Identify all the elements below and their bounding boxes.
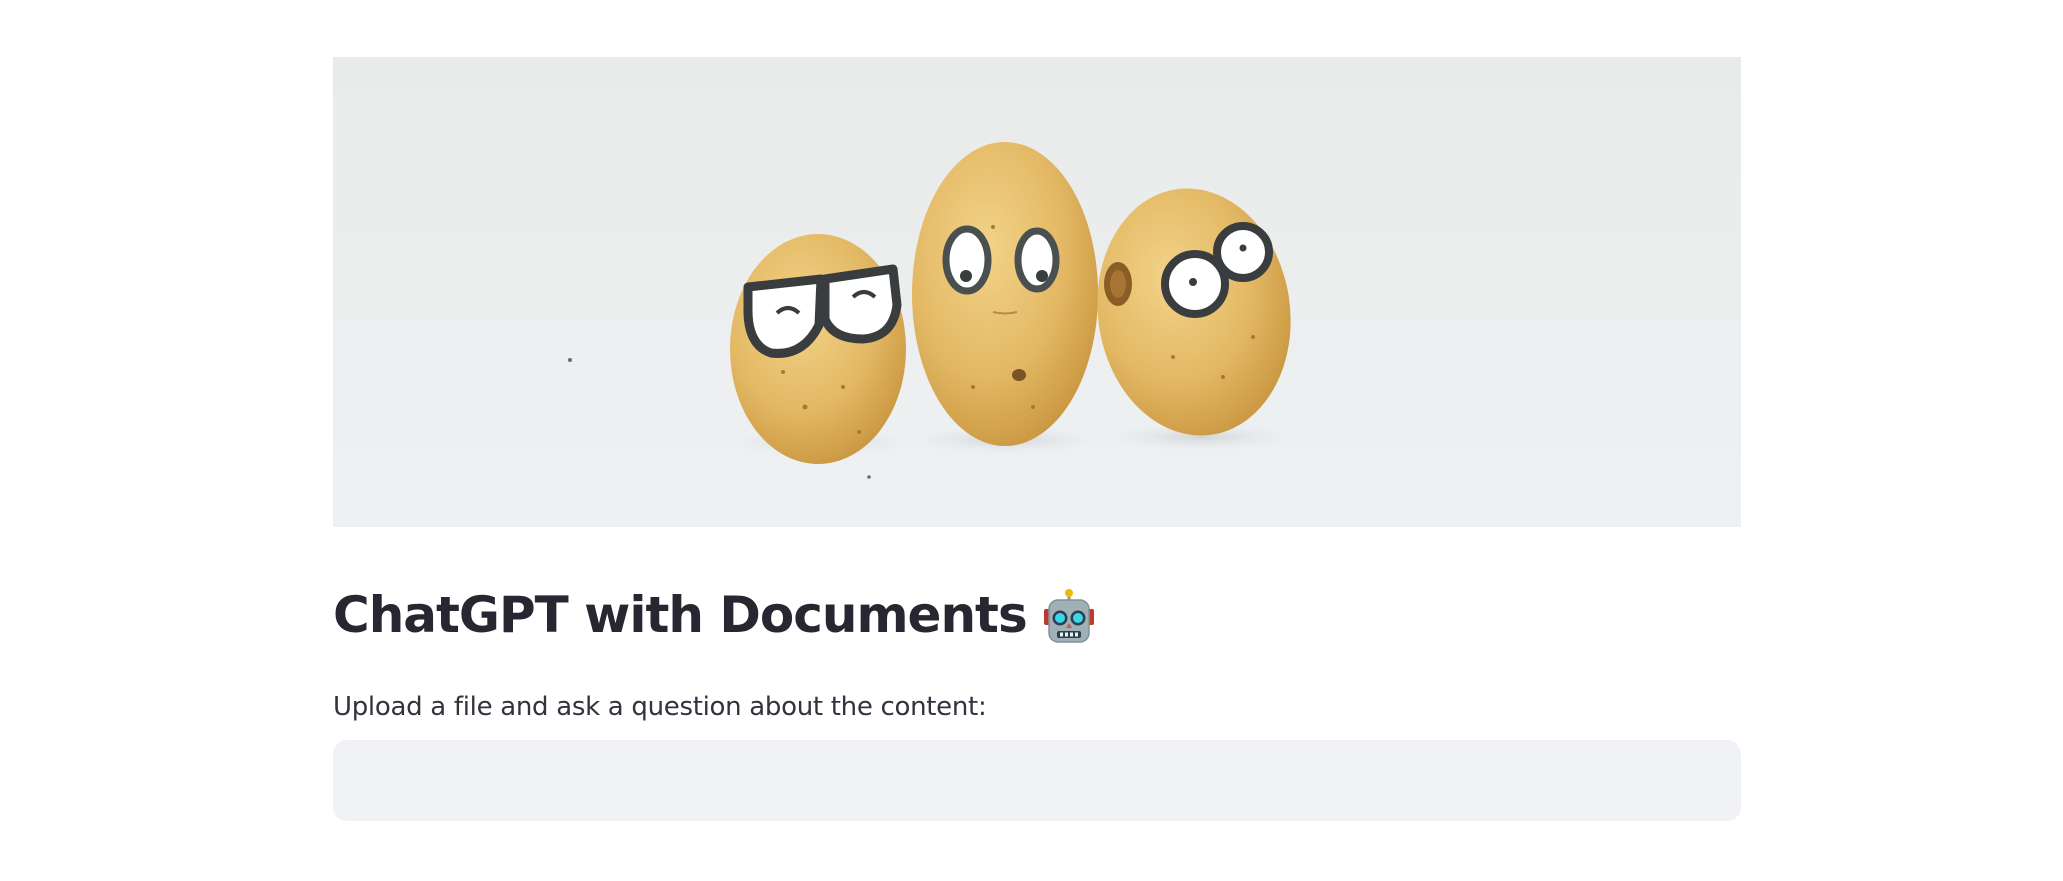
potatoes-illustration xyxy=(568,142,1301,479)
title-row: ChatGPT with Documents xyxy=(333,574,1741,656)
hero-image xyxy=(333,57,1741,527)
main-container: ChatGPT with Documents Upload a file and… xyxy=(333,57,1741,821)
right-potato xyxy=(1097,188,1291,436)
middle-potato xyxy=(912,142,1098,446)
question-input[interactable] xyxy=(333,740,1741,821)
left-potato xyxy=(730,234,906,464)
page-title: ChatGPT with Documents xyxy=(333,586,1028,644)
robot-face-icon xyxy=(1041,587,1097,647)
question-label: Upload a file and ask a question about t… xyxy=(333,692,987,722)
